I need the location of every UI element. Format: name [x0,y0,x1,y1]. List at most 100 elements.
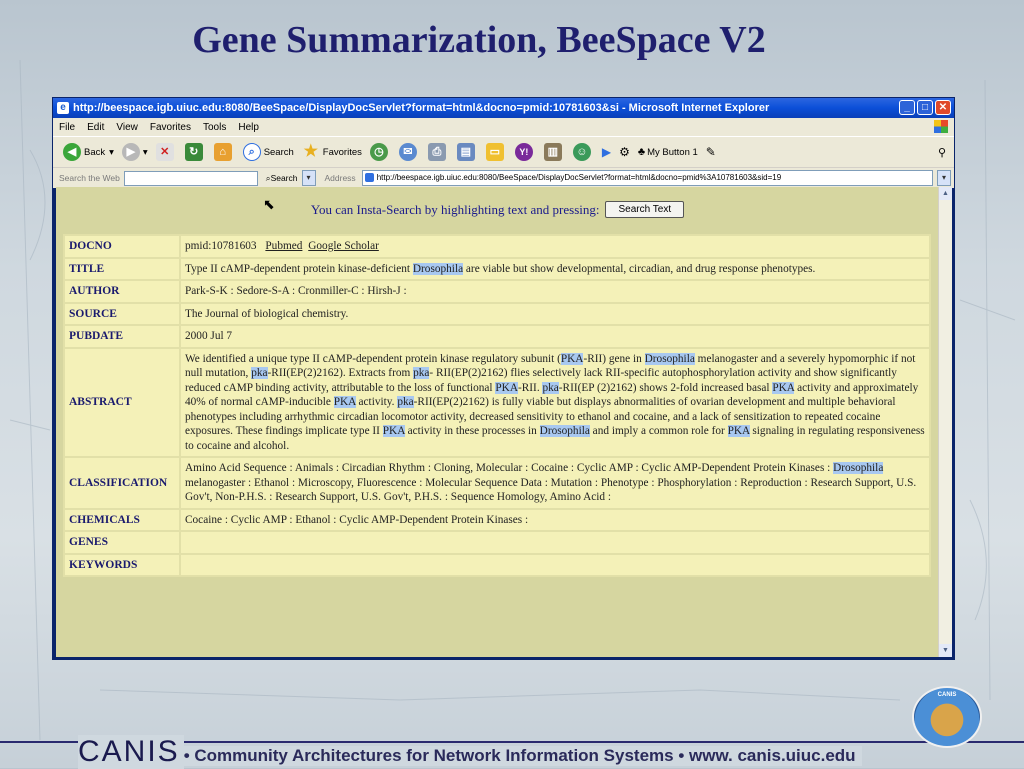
search-the-web-input[interactable] [123,170,258,186]
docno-value: pmid:10781603 [185,240,257,252]
stop-icon: ✕ [155,143,174,161]
stop-button[interactable]: ✕ [155,143,177,161]
slide-title: Gene Summarization, BeeSpace V2 [192,19,766,61]
abstract-label: ABSTRACT [63,346,181,458]
table-row: GENES [63,530,931,555]
menu-file[interactable]: File [59,122,75,133]
edit-button[interactable]: ▤ [456,143,478,161]
menu-favorites[interactable]: Favorites [150,122,191,133]
table-row: TITLE Type II cAMP-dependent protein kin… [63,256,931,281]
history-icon: ◷ [369,143,388,161]
abstract-text: activity in these processes in [404,425,540,437]
yahoo-icon: Y! [514,143,533,161]
menu-help[interactable]: Help [238,122,259,133]
search-button[interactable]: ⌕ Search [242,143,294,161]
pubdate-label: PUBDATE [63,324,181,349]
home-button[interactable]: ⌂ [213,143,235,161]
table-row: CHEMICALS Cocaine : Cyclic AMP : Ethanol… [63,507,931,532]
print-button[interactable]: ⎙ [427,143,449,161]
ie-icon: e [57,102,69,114]
pubmed-link[interactable]: Pubmed [265,240,302,252]
forward-dropdown-icon[interactable]: ▾ [143,147,148,158]
highlighted-term: Drosophila [833,462,884,474]
abstract-text: activity. [355,396,398,408]
browser-titlebar[interactable]: e http://beespace.igb.uiuc.edu:8080/BeeS… [53,98,954,118]
folder-button[interactable]: ▭ [485,143,507,161]
mail-button[interactable]: ✉ [398,143,420,161]
keywords-label: KEYWORDS [63,552,181,577]
yahoo-button[interactable]: Y! [514,143,536,161]
address-input[interactable]: http://beespace.igb.uiuc.edu:8080/BeeSpa… [361,170,933,186]
favorites-button[interactable]: ★ Favorites [302,143,362,161]
highlighted-term: pka [542,381,559,394]
vertical-scrollbar[interactable]: ▲ ▼ [938,187,952,657]
author-label: AUTHOR [63,279,181,304]
chemicals-value: Cocaine : Cyclic AMP : Ethanol : Cyclic … [179,507,931,532]
toolbar-extra-icon[interactable]: ⚲ [938,146,946,159]
document-table: DOCNO pmid:10781603 Pubmed Google Schola… [63,234,931,577]
abstract-text: We identified a unique type II cAMP-depe… [185,352,561,365]
abstract-text: -RII(EP(2)2162). Extracts from [267,367,414,379]
search-icon: ⌕ [242,143,261,161]
highlighted-term: Drosophila [412,262,464,275]
source-value: The Journal of biological chemistry. [179,301,931,326]
highlighted-term: PKA [382,425,405,437]
highlighted-term: PKA [495,381,518,394]
search-dropdown[interactable]: ▾ [301,170,316,186]
pen-button[interactable]: ✎ [706,145,716,159]
star-icon: ★ [303,143,318,160]
table-row: ABSTRACT We identified a unique type II … [63,346,931,458]
table-row: PUBDATE 2000 Jul 7 [63,324,931,349]
title-label: TITLE [63,256,181,281]
table-row: SOURCE The Journal of biological chemist… [63,301,931,326]
abstract-value: We identified a unique type II cAMP-depe… [179,346,931,458]
messenger-button[interactable]: ☺ [572,143,594,161]
browser-toolbar: ◀ Back ▾ ▶ ▾ ✕ ↻ ⌂ ⌕ Search ★ Favorites … [53,136,954,167]
scroll-up-icon[interactable]: ▲ [939,187,952,200]
menu-tools[interactable]: Tools [203,122,226,133]
address-bar: Search the Web ⌕Search ▾ Address http://… [53,167,954,188]
google-scholar-link[interactable]: Google Scholar [308,240,379,252]
research-button[interactable]: ▥ [543,143,565,161]
menu-edit[interactable]: Edit [87,122,104,133]
gear-icon: ⚙ [619,145,630,159]
title-value: Type II cAMP-dependent protein kinase-de… [179,256,931,281]
highlighted-term: PKA [333,396,356,408]
maximize-button[interactable]: □ [917,100,933,115]
slide-footer: CANIS • Community Architectures for Netw… [78,735,862,769]
home-icon: ⌂ [213,143,232,161]
minimize-button[interactable]: _ [899,100,915,115]
research-icon: ▥ [543,143,562,161]
refresh-icon: ↻ [184,143,203,161]
highlighted-term: pka [413,367,430,379]
scroll-down-icon[interactable]: ▼ [939,644,952,657]
footer-tagline: • Community Architectures for Network In… [183,746,862,766]
my-button[interactable]: ♣ My Button 1 [638,146,698,158]
refresh-button[interactable]: ↻ [184,143,206,161]
messenger-icon: ☺ [572,143,591,161]
genes-value [179,530,931,555]
print-icon: ⎙ [427,143,446,161]
table-row: DOCNO pmid:10781603 Pubmed Google Schola… [63,234,931,259]
web-search-button[interactable]: ⌕Search [266,173,298,184]
menu-bar: File Edit View Favorites Tools Help [53,118,954,136]
genes-label: GENES [63,530,181,555]
highlighted-term: PKA [560,352,584,365]
highlighted-term: PKA [772,381,795,394]
forward-button[interactable]: ▶ ▾ [121,143,148,161]
back-dropdown-icon[interactable]: ▾ [109,147,114,158]
abstract-text: -RII) gene in [583,352,645,365]
close-button[interactable]: ✕ [935,100,951,115]
history-button[interactable]: ◷ [369,143,391,161]
address-dropdown[interactable]: ▾ [937,170,951,186]
table-row: KEYWORDS [63,552,931,577]
back-arrow-icon: ◀ [63,143,81,161]
docno-label: DOCNO [63,234,181,259]
plugin-button[interactable]: ⚙ [619,145,630,159]
play-button[interactable]: ▶ [602,145,611,159]
search-text-button[interactable]: Search Text [605,201,685,218]
page-viewport: ⬉ You can Insta-Search by highlighting t… [56,187,939,657]
window-title: http://beespace.igb.uiuc.edu:8080/BeeSpa… [73,102,770,114]
back-button[interactable]: ◀ Back ▾ [63,143,114,161]
menu-view[interactable]: View [116,122,138,133]
